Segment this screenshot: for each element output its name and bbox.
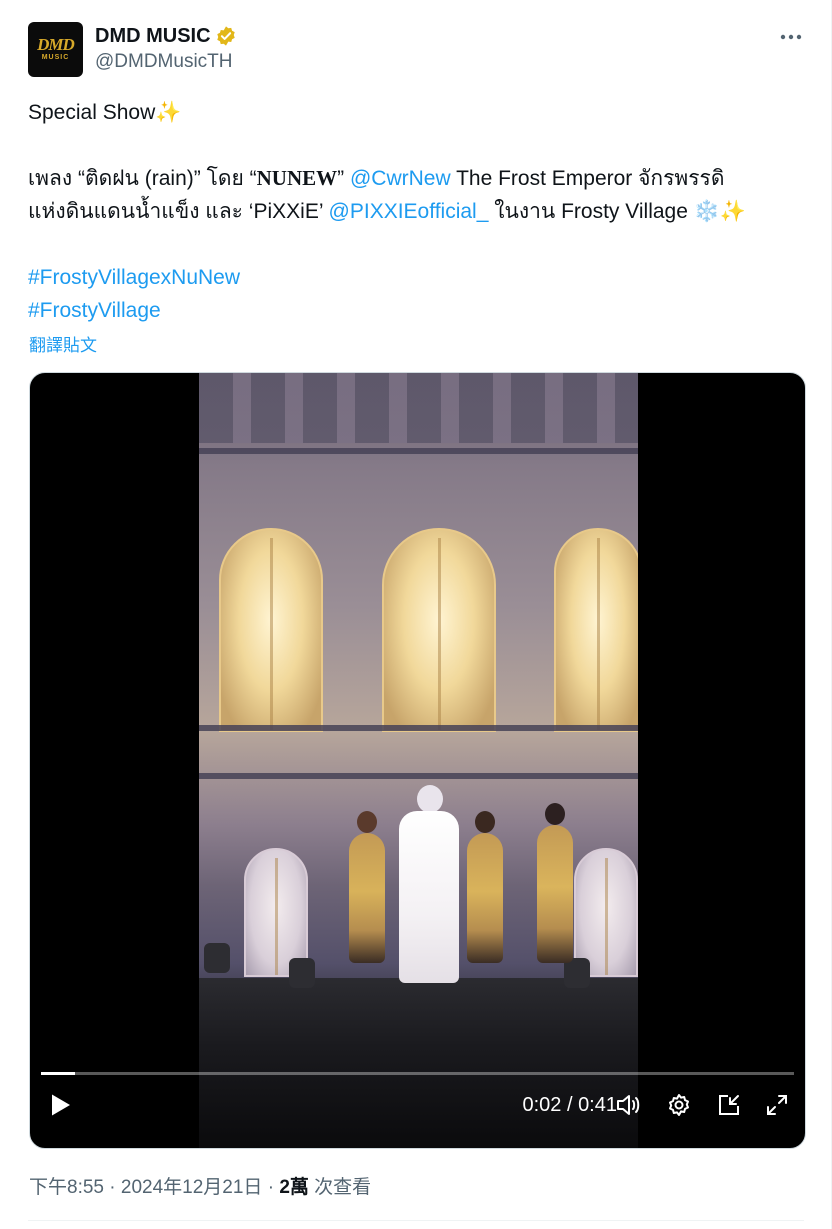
meta-separator-2: ·: [262, 1177, 280, 1198]
meta-separator-1: ·: [103, 1177, 121, 1198]
hashtag-frostyvillage[interactable]: #FrostyVillage: [28, 299, 161, 322]
castle-window-right: [554, 528, 638, 732]
tweet-header: DMD MUSIC DMD MUSIC @DMDMusicTH: [28, 22, 804, 78]
avatar-logo-sub: MUSIC: [41, 54, 70, 61]
video-time-separator: /: [561, 1094, 579, 1116]
settings-icon[interactable]: [665, 1090, 693, 1120]
fullscreen-icon[interactable]: [763, 1090, 791, 1120]
sparkles-emoji: ✨: [155, 101, 182, 124]
views-count: 2萬: [279, 1177, 309, 1198]
video-progress-fill: [41, 1072, 75, 1075]
video-frame[interactable]: [199, 373, 638, 1148]
author-handle[interactable]: @DMDMusicTH: [95, 50, 237, 74]
avatar-logo: DMD: [37, 35, 75, 54]
play-icon[interactable]: [48, 1090, 74, 1120]
author-display-name-row[interactable]: DMD MUSIC: [95, 24, 237, 48]
tweet-line-2c: ”: [337, 167, 350, 190]
performer-center: [399, 811, 459, 983]
hashtag-row-1: #FrostyVillagexNuNew: [28, 261, 808, 294]
performer-3: [467, 833, 503, 963]
author-names: DMD MUSIC @DMDMusicTH: [95, 24, 237, 74]
mention-cwrnew[interactable]: @CwrNew: [350, 167, 451, 190]
views-label: 次查看: [308, 1177, 372, 1198]
tweet-line-2a: เพลง “ติดฝน (rain)” โดย “: [28, 167, 257, 190]
hashtag-row-2: #FrostyVillage: [28, 294, 808, 327]
verified-badge-icon: [216, 26, 235, 46]
snowflake-sparkles-emoji: ❄️✨: [693, 200, 747, 223]
tweet-nunew-text: NUNEW: [256, 166, 338, 190]
avatar[interactable]: DMD MUSIC: [28, 22, 83, 77]
performer-1: [349, 833, 385, 963]
tweet-line-3b: ในงาน Frosty Village: [488, 200, 694, 223]
tweet-line-3: แห่งดินแดนน้ำแข็ง และ ‘PiXXiE’ @PIXXIEof…: [28, 195, 808, 228]
hashtag-frostyvillagexnunew[interactable]: #FrostyVillagexNuNew: [28, 266, 240, 289]
tweet-line-2d: The Frost Emperor จักรพรรดิ: [450, 167, 725, 190]
author-display-name[interactable]: DMD MUSIC: [95, 24, 211, 48]
tweet-text: Special Show✨ เพลง “ติดฝน (rain)” โดย “N…: [28, 96, 808, 327]
castle-battlements: [199, 373, 638, 443]
tweet-meta: 下午8:55 · 2024年12月21日 · 2萬 次查看: [29, 1172, 371, 1199]
video-controls: 0:02 / 0:41: [30, 1058, 805, 1148]
tweet-line-1-text: Special Show: [28, 101, 156, 124]
divider: [28, 1220, 804, 1221]
mention-pixxie[interactable]: @PIXXIEofficial_: [329, 200, 489, 223]
video-progress-bar[interactable]: [41, 1072, 794, 1075]
video-current-time: 0:02: [522, 1094, 562, 1116]
volume-icon[interactable]: [615, 1090, 643, 1120]
video-duration: 0:41: [578, 1094, 617, 1116]
castle-window-center: [382, 528, 496, 732]
video-player[interactable]: 0:02 / 0:41: [29, 372, 806, 1149]
tweet-time[interactable]: 下午8:55: [29, 1177, 104, 1198]
castle-window-left: [219, 528, 323, 732]
video-time: 0:02 / 0:41: [522, 1092, 617, 1118]
more-icon[interactable]: [778, 24, 804, 50]
tweet-date[interactable]: 2024年12月21日: [121, 1177, 263, 1198]
tweet-line-1: Special Show✨: [28, 96, 808, 129]
tweet-line-2: เพลง “ติดฝน (rain)” โดย “NUNEW” @CwrNew …: [28, 162, 808, 195]
tweet-line-3a: แห่งดินแดนน้ำแข็ง และ ‘PiXXiE’: [28, 200, 329, 223]
performer-4: [537, 825, 573, 963]
pip-icon[interactable]: [715, 1090, 743, 1120]
video-scene: [199, 373, 638, 1148]
translate-post-link[interactable]: 翻譯貼文: [29, 331, 97, 356]
